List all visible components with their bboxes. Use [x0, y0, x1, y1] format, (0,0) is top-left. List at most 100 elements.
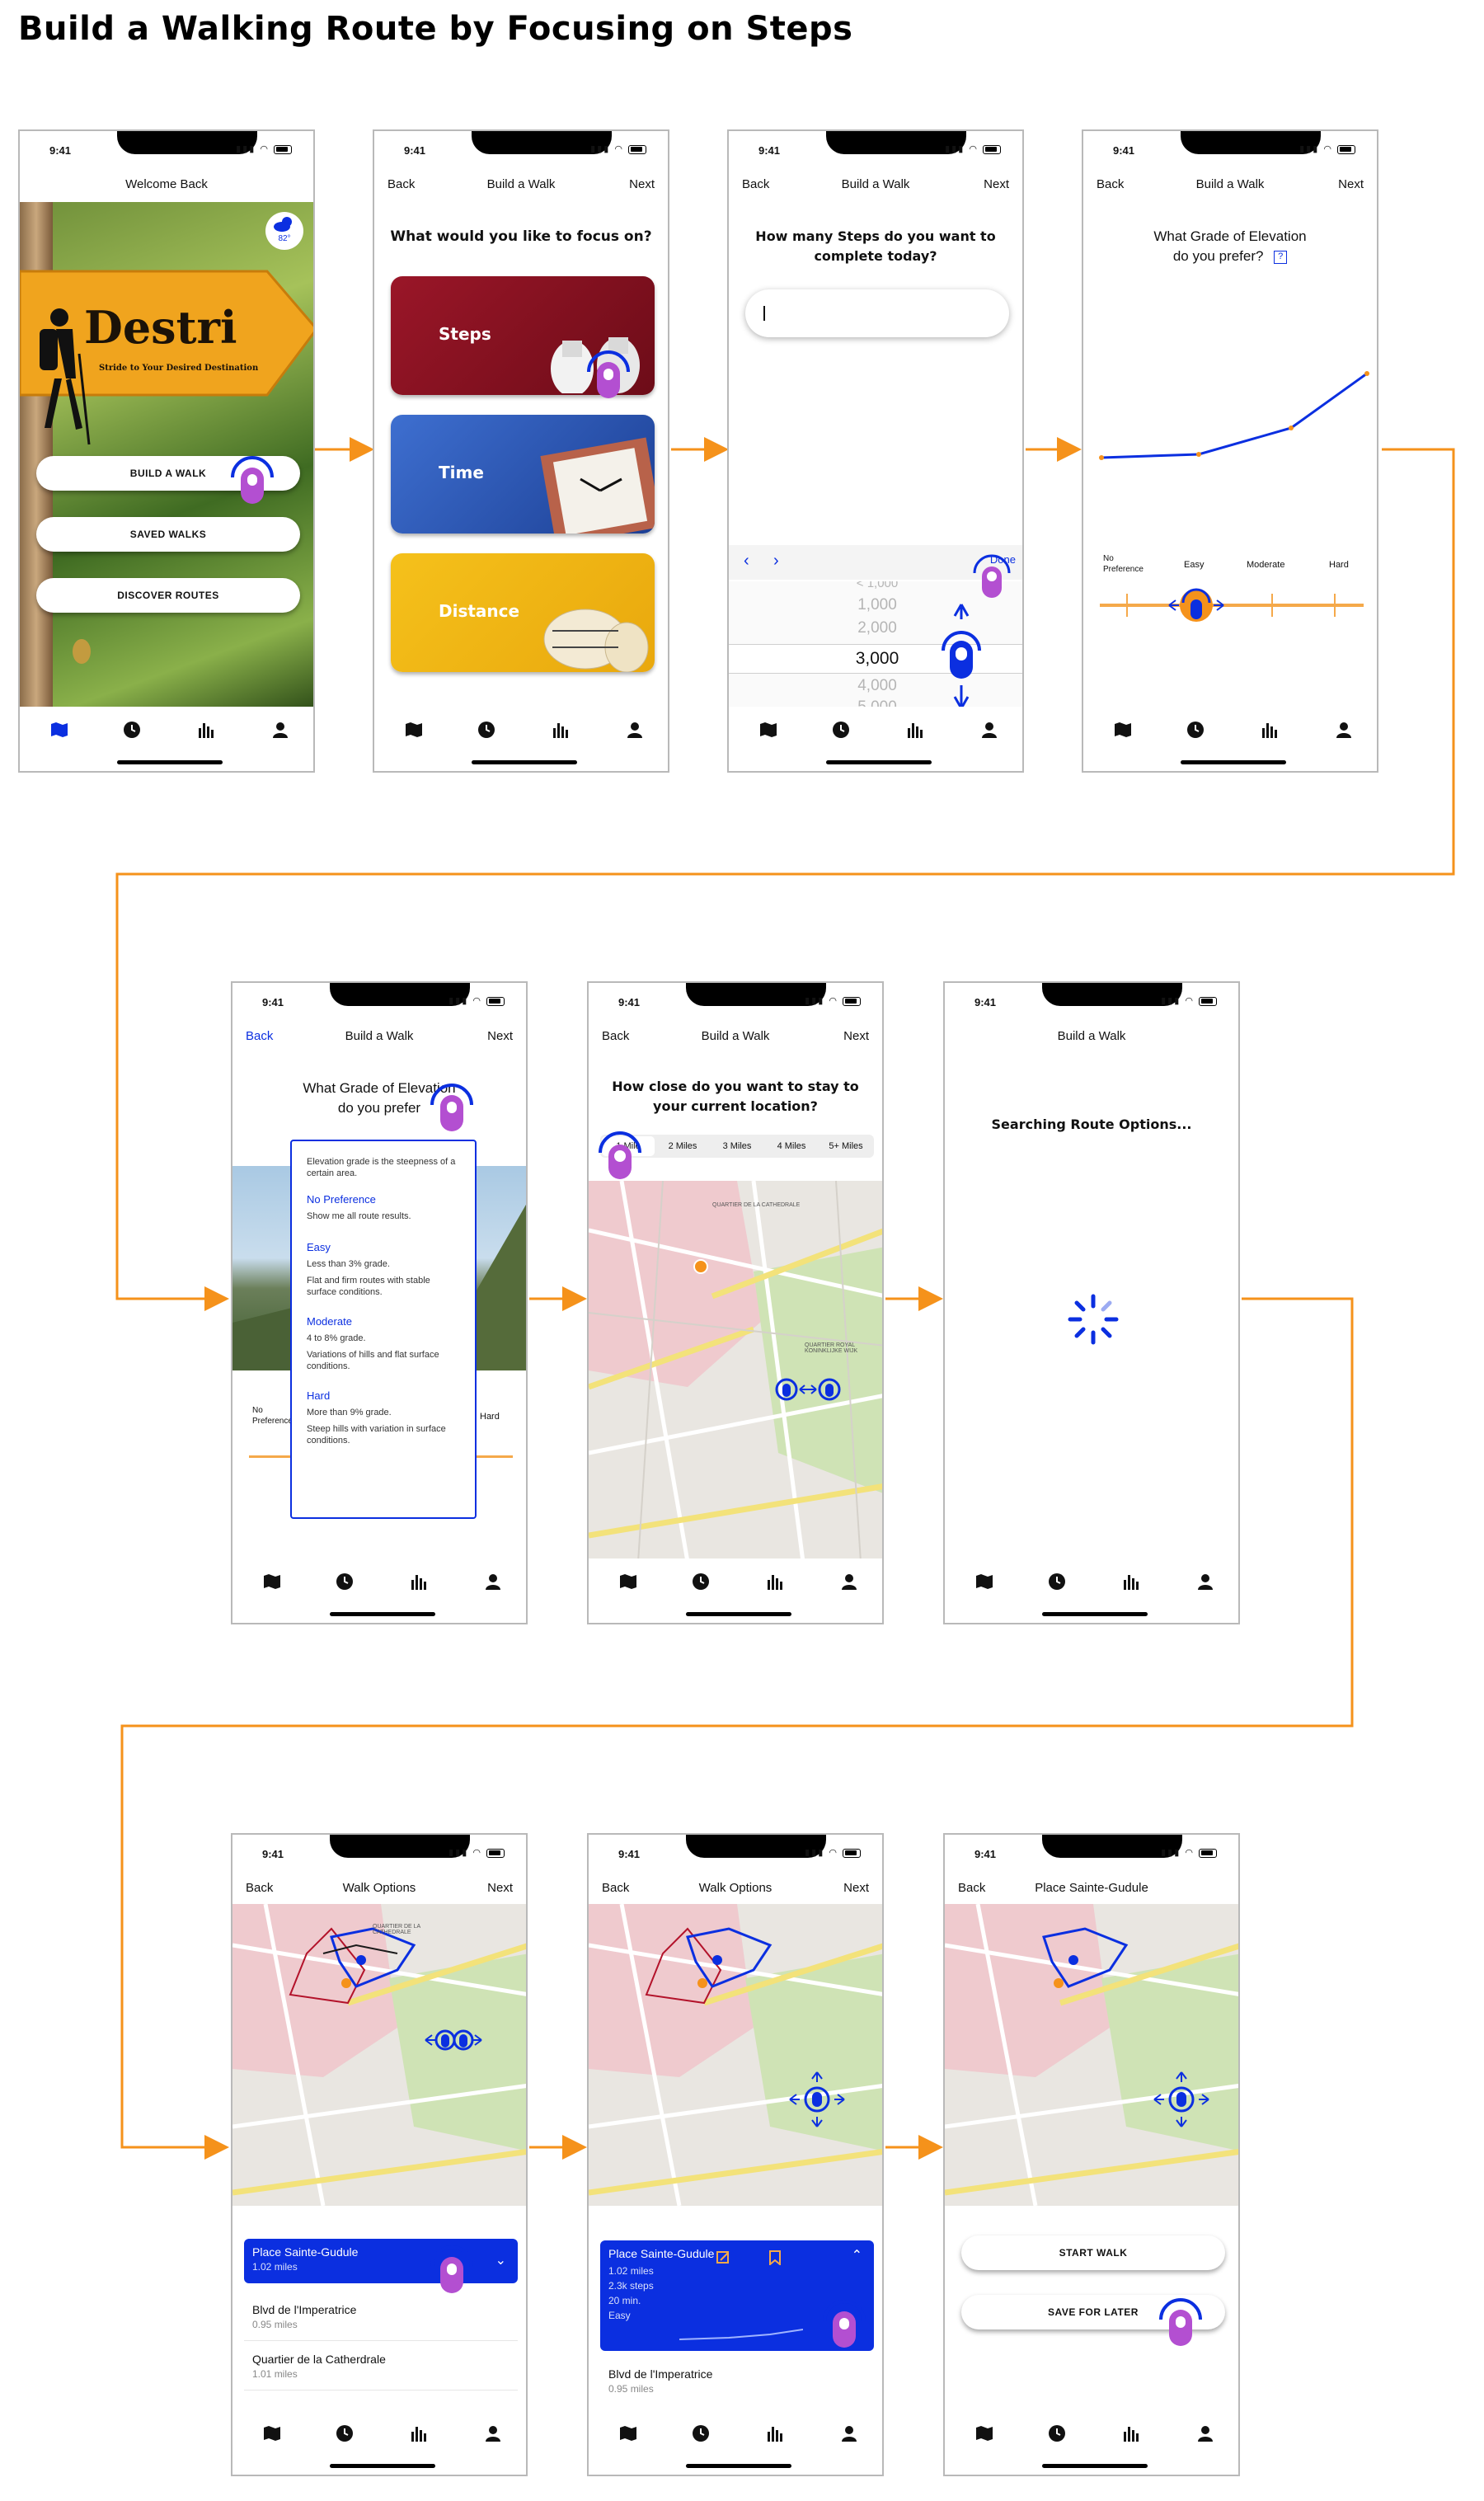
- stats-tab-icon[interactable]: [551, 720, 571, 740]
- clock-tab-icon[interactable]: [1047, 1572, 1067, 1591]
- profile-tab-icon[interactable]: [483, 2423, 503, 2443]
- focus-question: What would you like to focus on?: [390, 228, 652, 245]
- help-icon[interactable]: ?: [1274, 250, 1288, 264]
- prev-chevron-icon[interactable]: ‹: [744, 552, 749, 571]
- profile-tab-icon[interactable]: [1195, 2423, 1215, 2443]
- clock-tab-icon[interactable]: [1047, 2423, 1067, 2443]
- profile-tab-icon[interactable]: [1334, 720, 1354, 740]
- profile-tab-icon[interactable]: [483, 1572, 503, 1591]
- route-map[interactable]: QUARTIER DE LA CATHEDRALE: [232, 1904, 526, 2206]
- screen-elevation-help: 9:41 ▮▮▮ ◠ Back Build a Walk Next What G…: [231, 981, 528, 1624]
- stats-tab-icon[interactable]: [409, 2423, 429, 2443]
- brand-tagline: Stride to Your Desired Destination: [99, 364, 259, 373]
- popup-item-desc: More than 9% grade.: [307, 1408, 392, 1417]
- clock-tab-icon[interactable]: [477, 720, 496, 740]
- popup-item-no-preference[interactable]: No Preference Show me all route results.: [307, 1194, 460, 1222]
- map-tab-icon[interactable]: [49, 720, 69, 740]
- edit-icon[interactable]: [716, 2250, 730, 2265]
- slider-thumb-drag-icon[interactable]: [1167, 586, 1225, 624]
- stats-tab-icon[interactable]: [1121, 2423, 1141, 2443]
- map-tab-icon[interactable]: [262, 1572, 282, 1591]
- screen-walk-options: 9:41 ▮▮▮ ◠ Back Walk Options Next QUARTI…: [231, 1833, 528, 2476]
- profile-tab-icon[interactable]: [1195, 1572, 1215, 1591]
- chevron-down-icon[interactable]: ⌄: [495, 2252, 506, 2268]
- clock-tab-icon[interactable]: [691, 1572, 711, 1591]
- popup-item-easy[interactable]: Easy Less than 3% grade. Flat and firm r…: [307, 1242, 460, 1298]
- route-option-selected[interactable]: Place Sainte-Gudule 1.02 miles ⌄: [244, 2239, 518, 2283]
- loading-spinner-icon: [1068, 1294, 1119, 1345]
- clock-tab-icon[interactable]: [122, 720, 142, 740]
- level-easy: Easy: [1184, 560, 1205, 570]
- weather-temp: 82°: [278, 234, 291, 243]
- map-tab-icon[interactable]: [758, 720, 778, 740]
- time-card[interactable]: Time: [391, 415, 655, 534]
- popup-item-title: Moderate: [307, 1315, 352, 1328]
- next-button[interactable]: Next: [843, 1029, 869, 1043]
- stats-tab-icon[interactable]: [409, 1572, 429, 1591]
- stats-tab-icon[interactable]: [196, 720, 216, 740]
- segment-5-plus-miles[interactable]: 5+ Miles: [819, 1136, 872, 1156]
- nav-title: Build a Walk: [486, 177, 556, 191]
- map-tab-icon[interactable]: [974, 1572, 994, 1591]
- stats-tab-icon[interactable]: [905, 720, 925, 740]
- next-chevron-icon[interactable]: ›: [773, 552, 779, 571]
- clock-tab-icon[interactable]: [831, 720, 851, 740]
- popup-item-desc: Steep hills with variation in surface co…: [307, 1424, 446, 1446]
- tap-gesture-icon: [231, 456, 274, 504]
- map-tab-icon[interactable]: [974, 2423, 994, 2443]
- stats-tab-icon[interactable]: [765, 2423, 785, 2443]
- map-tab-icon[interactable]: [618, 2423, 638, 2443]
- next-button[interactable]: Next: [487, 1881, 513, 1895]
- route-map[interactable]: [945, 1904, 1238, 2206]
- area-map[interactable]: QUARTIER DE LA CATHEDRALE QUARTIER ROYAL…: [589, 1181, 882, 1562]
- profile-tab-icon[interactable]: [979, 720, 999, 740]
- map-tab-icon[interactable]: [618, 1572, 638, 1591]
- map-tab-icon[interactable]: [262, 2423, 282, 2443]
- segment-4-miles[interactable]: 4 Miles: [765, 1136, 818, 1156]
- chevron-up-icon[interactable]: ⌃: [852, 2247, 862, 2264]
- popup-item-hard[interactable]: Hard More than 9% grade. Steep hills wit…: [307, 1390, 460, 1446]
- segment-2-miles[interactable]: 2 Miles: [656, 1136, 709, 1156]
- grade-slider-track[interactable]: [1100, 604, 1364, 607]
- stats-tab-icon[interactable]: [765, 1572, 785, 1591]
- popup-item-moderate[interactable]: Moderate 4 to 8% grade. Variations of hi…: [307, 1316, 460, 1372]
- text-cursor: [763, 306, 765, 321]
- stats-tab-icon[interactable]: [1260, 720, 1280, 740]
- next-button[interactable]: Next: [984, 177, 1009, 191]
- next-button[interactable]: Next: [1338, 177, 1364, 191]
- stats-tab-icon[interactable]: [1121, 1572, 1141, 1591]
- tap-gesture-icon: [823, 2300, 866, 2348]
- distance-card[interactable]: Distance: [391, 553, 655, 672]
- clock-tab-icon[interactable]: [335, 2423, 355, 2443]
- clock-tab-icon[interactable]: [335, 1572, 355, 1591]
- route-option[interactable]: Blvd de l'Imperatrice 0.95 miles: [600, 2362, 874, 2404]
- discover-routes-button[interactable]: DISCOVER ROUTES: [36, 578, 300, 613]
- start-walk-button[interactable]: START WALK: [961, 2235, 1225, 2270]
- steps-input[interactable]: [745, 289, 1009, 337]
- map-tab-icon[interactable]: [404, 720, 424, 740]
- clock-tab-icon[interactable]: [691, 2423, 711, 2443]
- profile-tab-icon[interactable]: [839, 1572, 859, 1591]
- pinch-zoom-icon: [775, 1378, 841, 1401]
- status-time: 9:41: [262, 996, 284, 1008]
- nav-title: Walk Options: [342, 1881, 416, 1895]
- next-button[interactable]: Next: [843, 1881, 869, 1895]
- next-button[interactable]: Next: [629, 177, 655, 191]
- saved-walks-button[interactable]: SAVED WALKS: [36, 517, 300, 552]
- segment-3-miles[interactable]: 3 Miles: [711, 1136, 763, 1156]
- route-map[interactable]: [589, 1904, 882, 2206]
- profile-tab-icon[interactable]: [625, 720, 645, 740]
- brand-name: Destri: [84, 301, 237, 354]
- swipe-horizontal-icon: [425, 2029, 482, 2051]
- route-option[interactable]: Quartier de la Catherdrale 1.01 miles: [244, 2348, 518, 2391]
- map-tab-icon[interactable]: [1113, 720, 1133, 740]
- clock-tab-icon[interactable]: [1186, 720, 1205, 740]
- bookmark-icon[interactable]: [768, 2250, 782, 2265]
- next-button[interactable]: Next: [487, 1029, 513, 1043]
- map-label: QUARTIER ROYAL KONINKLIJKE WIJK: [805, 1342, 858, 1354]
- drag-move-icon: [1153, 2071, 1209, 2127]
- profile-tab-icon[interactable]: [270, 720, 290, 740]
- screen-welcome: 9:41 ▮▮▮ ◠ Welcome Back Destri Stride to…: [18, 129, 315, 773]
- profile-tab-icon[interactable]: [839, 2423, 859, 2443]
- route-option[interactable]: Blvd de l'Imperatrice 0.95 miles: [244, 2298, 518, 2341]
